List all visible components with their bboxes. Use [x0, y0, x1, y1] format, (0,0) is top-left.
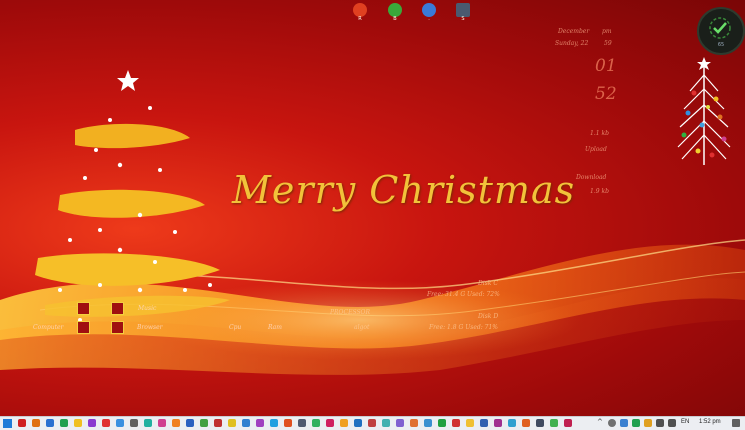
taskbar-app-18[interactable]	[256, 419, 264, 427]
clock-month: December	[558, 28, 590, 35]
cpu-label: Cpu	[229, 324, 242, 331]
processor-label: PROCESSOR	[330, 309, 370, 316]
taskbar-app-17[interactable]	[242, 419, 250, 427]
taskbar-app-3[interactable]	[46, 419, 54, 427]
ram-label: Ram	[268, 324, 282, 331]
upload-value: 1.1 kb	[590, 130, 609, 137]
clock-date: 59	[604, 40, 612, 47]
app-icon-1-label: R	[358, 16, 362, 22]
taskbar-clock[interactable]: 1:52 pm	[699, 419, 721, 425]
taskbar-app-24[interactable]	[340, 419, 348, 427]
taskbar-app-25[interactable]	[354, 419, 362, 427]
taskbar-app-33[interactable]	[466, 419, 474, 427]
taskbar-app-34[interactable]	[480, 419, 488, 427]
taskbar: ^ EN 1:52 pm	[0, 416, 745, 430]
taskbar-app-22[interactable]	[312, 419, 320, 427]
taskbar-app-11[interactable]	[158, 419, 166, 427]
app-icon-4[interactable]	[456, 3, 470, 17]
taskbar-app-19[interactable]	[270, 419, 278, 427]
tray-icon-2[interactable]	[620, 419, 628, 427]
check-icon	[709, 17, 731, 39]
tray-icon-1[interactable]	[608, 419, 616, 427]
download-value: 1.9 kb	[590, 188, 609, 195]
computer-label[interactable]: Computer	[33, 324, 63, 331]
volume-icon[interactable]	[668, 419, 676, 427]
desktop-dock-1[interactable]	[77, 302, 90, 315]
language-indicator[interactable]: EN	[681, 419, 689, 425]
disk-d-title: Disk D	[478, 313, 499, 320]
clock-day: Sunday, 22	[555, 40, 589, 47]
disk-d-stats: Free: 1.8 G Used: 71%	[429, 324, 499, 331]
start-button[interactable]	[3, 419, 12, 428]
network-icon[interactable]	[656, 419, 664, 427]
taskbar-app-37[interactable]	[522, 419, 530, 427]
upload-label: Upload	[585, 146, 607, 153]
taskbar-app-26[interactable]	[368, 419, 376, 427]
app-icon-2[interactable]	[388, 3, 402, 17]
greeting-text: Merry Christmas	[232, 168, 576, 212]
taskbar-app-2[interactable]	[32, 419, 40, 427]
taskbar-app-5[interactable]	[74, 419, 82, 427]
taskbar-app-8[interactable]	[116, 419, 124, 427]
taskbar-app-40[interactable]	[564, 419, 572, 427]
taskbar-app-28[interactable]	[396, 419, 404, 427]
taskbar-app-14[interactable]	[200, 419, 208, 427]
taskbar-app-6[interactable]	[88, 419, 96, 427]
disk-c-title: Disk C	[478, 280, 498, 287]
clock-minute: 52	[595, 84, 617, 104]
processor-value: algot	[354, 324, 370, 331]
taskbar-app-13[interactable]	[186, 419, 194, 427]
notification-icon[interactable]	[732, 419, 740, 427]
browser-label[interactable]: Browser	[137, 324, 163, 331]
app-icon-3-label: .	[428, 16, 430, 22]
clock-ampm: pm	[602, 28, 612, 35]
taskbar-app-31[interactable]	[438, 419, 446, 427]
music-label: Music	[138, 305, 157, 312]
app-icon-2-label: B	[393, 16, 397, 22]
status-widget[interactable]: 65	[697, 7, 745, 55]
tray-chevron-icon[interactable]: ^	[597, 418, 603, 426]
taskbar-app-10[interactable]	[144, 419, 152, 427]
disk-c-stats: Free: 31.4 G Used: 72%	[427, 291, 500, 298]
tray-icon-4[interactable]	[644, 419, 652, 427]
taskbar-app-7[interactable]	[102, 419, 110, 427]
taskbar-app-30[interactable]	[424, 419, 432, 427]
taskbar-app-36[interactable]	[508, 419, 516, 427]
desktop-dock-3[interactable]	[77, 321, 90, 334]
taskbar-app-27[interactable]	[382, 419, 390, 427]
desktop: Merry Christmas R B . S December pm Sund…	[0, 0, 745, 416]
download-label: Download	[576, 174, 607, 181]
taskbar-app-21[interactable]	[298, 419, 306, 427]
taskbar-app-9[interactable]	[130, 419, 138, 427]
tray-icon-3[interactable]	[632, 419, 640, 427]
app-icon-1[interactable]	[353, 3, 367, 17]
taskbar-app-35[interactable]	[494, 419, 502, 427]
taskbar-app-20[interactable]	[284, 419, 292, 427]
taskbar-app-38[interactable]	[536, 419, 544, 427]
taskbar-app-23[interactable]	[326, 419, 334, 427]
christmas-tree-gadget	[677, 57, 731, 165]
desktop-dock-4[interactable]	[111, 321, 124, 334]
taskbar-app-12[interactable]	[172, 419, 180, 427]
taskbar-app-32[interactable]	[452, 419, 460, 427]
taskbar-app-39[interactable]	[550, 419, 558, 427]
taskbar-app-1[interactable]	[18, 419, 26, 427]
taskbar-app-4[interactable]	[60, 419, 68, 427]
taskbar-app-16[interactable]	[228, 419, 236, 427]
taskbar-app-29[interactable]	[410, 419, 418, 427]
app-icon-3[interactable]	[422, 3, 436, 17]
clock-hour: 01	[595, 56, 617, 76]
desktop-dock-2[interactable]	[111, 302, 124, 315]
taskbar-app-15[interactable]	[214, 419, 222, 427]
widget-value: 65	[717, 42, 725, 48]
app-icon-4-label: S	[461, 16, 465, 22]
